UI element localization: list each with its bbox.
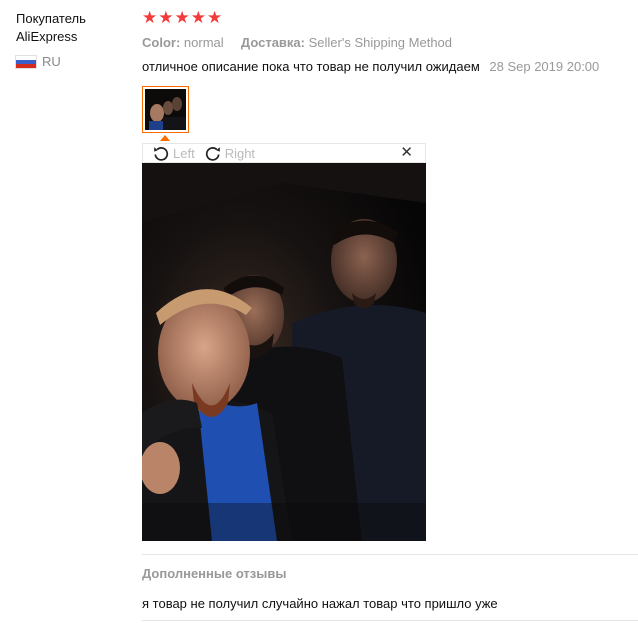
review-page: Покупатель AliExpress RU ★ ★ ★ ★ ★ Color…	[0, 0, 638, 623]
star-icon: ★	[207, 8, 223, 27]
star-icon: ★	[158, 8, 174, 27]
rotate-left-button[interactable]: Left	[153, 145, 195, 161]
bottom-divider	[142, 620, 638, 621]
shipping-label: Доставка:	[240, 35, 305, 50]
photo-thumbnail[interactable]	[142, 86, 189, 133]
followup-text: я товар не получил случайно нажал товар …	[142, 596, 498, 611]
buyer-country: RU	[16, 54, 126, 69]
buyer-name: Покупатель AliExpress	[16, 10, 126, 46]
buyer-info: Покупатель AliExpress RU	[16, 10, 126, 69]
color-value: normal	[183, 35, 224, 50]
followup-title: Дополненные отзывы	[142, 566, 287, 581]
review-attributes: Color: normal Доставка: Seller's Shippin…	[142, 34, 638, 52]
review-text: отличное описание пока что товар не полу…	[142, 59, 480, 74]
thumbnail-active-caret	[160, 135, 170, 141]
section-divider	[142, 554, 638, 555]
review-comment: отличное описание пока что товар не полу…	[142, 58, 638, 76]
review-date: 28 Sep 2019 20:00	[489, 59, 600, 74]
country-code: RU	[42, 54, 61, 69]
star-icon: ★	[190, 8, 206, 27]
rotate-right-label: Right	[224, 145, 256, 161]
star-icon: ★	[174, 8, 190, 27]
russia-flag-icon	[16, 55, 36, 68]
star-icon: ★	[142, 8, 158, 27]
rotate-right-icon	[205, 147, 220, 161]
review-body: ★ ★ ★ ★ ★ Color: normal Доставка: Seller…	[142, 8, 638, 621]
buyer-name-line1: Покупатель	[16, 11, 86, 26]
color-label: Color:	[142, 35, 181, 50]
shipping-value: Seller's Shipping Method	[308, 35, 453, 50]
rotate-right-button[interactable]: Right	[205, 145, 255, 161]
rotate-left-icon	[154, 147, 169, 161]
image-viewer-toolbar: Left Right ✕	[142, 143, 426, 163]
close-icon[interactable]: ✕	[400, 143, 413, 163]
thumbnail-image	[145, 89, 186, 130]
star-rating: ★ ★ ★ ★ ★	[142, 8, 638, 28]
buyer-name-line2: AliExpress	[16, 29, 78, 44]
rotate-left-label: Left	[173, 145, 195, 161]
enlarged-review-photo	[142, 163, 426, 541]
